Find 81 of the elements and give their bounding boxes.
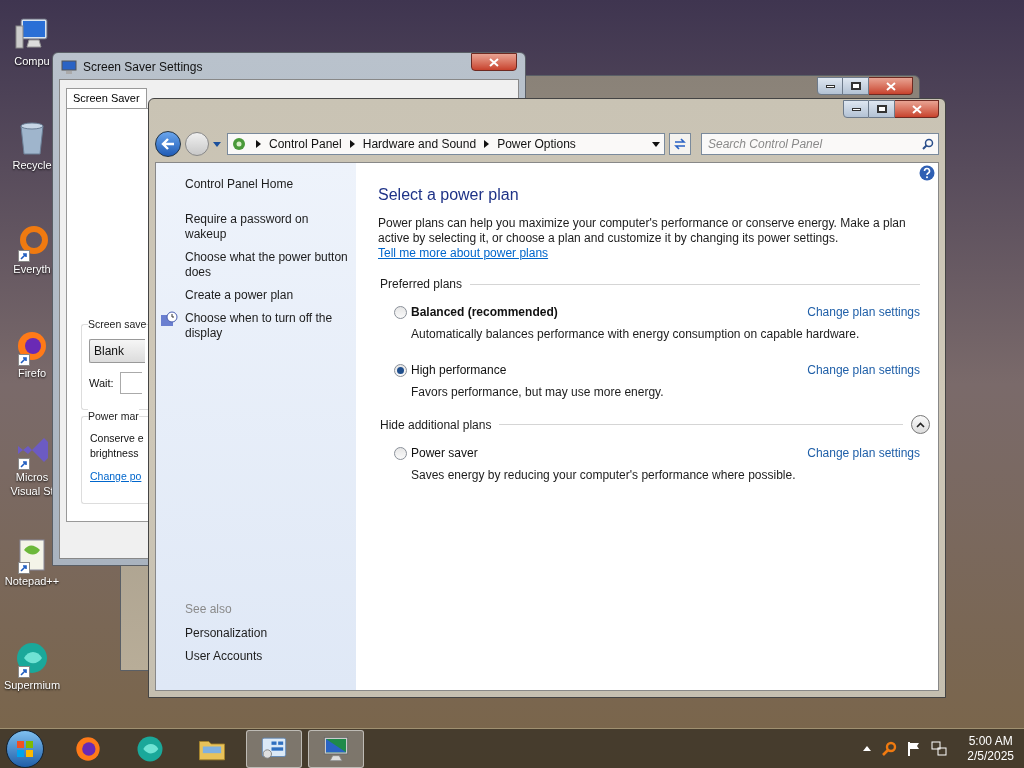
plan-name[interactable]: High performance	[411, 361, 507, 379]
search-icon[interactable]	[881, 740, 898, 757]
windows-logo-icon	[16, 739, 34, 758]
window-title: Screen Saver Settings	[83, 59, 203, 76]
plan-name[interactable]: Balanced (recommended)	[411, 303, 558, 321]
input-field[interactable]	[119, 372, 142, 394]
maximize-icon	[850, 82, 861, 90]
intro-paragraph: Power plans can help you maximize your computer's performance or conserve energy. Make a plan active by selecting it, or choose a plan and customize it by changing its power settings. Tell me more about power plans	[378, 216, 907, 261]
refresh-button[interactable]	[669, 133, 691, 155]
sidebar-link[interactable]: Choose what the power button does	[185, 250, 352, 280]
dropdown-arrow-icon	[652, 141, 660, 147]
sidebar-link[interactable]: Control Panel Home	[185, 177, 352, 192]
radio-button[interactable]	[394, 363, 407, 377]
radio-button[interactable]	[394, 446, 407, 460]
section-heading: See also	[185, 601, 233, 618]
maximize-button[interactable]	[843, 77, 869, 95]
description-text: Conserve e	[90, 431, 145, 446]
tab[interactable]: Screen Saver	[66, 88, 147, 108]
dropdown[interactable]: Blank	[89, 339, 145, 363]
group-heading: Hide additional plans	[380, 416, 492, 434]
desktop-icon-label[interactable]: Notepad++	[2, 574, 62, 588]
caret-up-icon	[863, 746, 872, 751]
breadcrumb-item[interactable]: Hardware and Sound	[362, 135, 477, 153]
change-settings-link[interactable]: Change plan settings	[807, 444, 920, 462]
chevron-right-icon	[256, 140, 261, 148]
collapse-button[interactable]	[911, 415, 930, 434]
close-button[interactable]	[869, 77, 913, 95]
back-arrow-icon	[161, 138, 175, 150]
clock-monitor-icon	[160, 311, 178, 327]
dropdown-arrow-icon	[213, 141, 221, 147]
plan-description: Saves energy by reducing your computer's performance where possible.	[410, 467, 797, 484]
page-heading: Select a power plan	[378, 185, 520, 205]
radio-button[interactable]	[394, 305, 407, 319]
close-icon	[489, 57, 499, 67]
desktop-icon-label[interactable]: Supermium	[2, 678, 62, 692]
search-field[interactable]: Search Control Panel	[701, 133, 939, 155]
minimize-button[interactable]	[843, 100, 869, 118]
flag-icon[interactable]	[907, 740, 922, 757]
group-heading: Preferred plans	[380, 276, 463, 293]
taskbar-button[interactable]	[246, 729, 302, 768]
search-icon	[922, 138, 934, 150]
field-label: Wait:	[89, 375, 114, 391]
minimize-icon	[825, 84, 835, 88]
sidebar-link[interactable]: Choose when to turn off the display	[185, 311, 352, 341]
sidebar-link[interactable]: Personalization	[185, 626, 352, 641]
close-button[interactable]	[895, 100, 939, 118]
plan-name[interactable]: Power saver	[411, 444, 478, 462]
start-button[interactable]	[6, 729, 44, 768]
chevron-right-icon	[484, 140, 490, 148]
search-input[interactable]: Search Control Panel	[708, 135, 922, 153]
change-settings-link[interactable]: Change plan settings	[807, 303, 920, 321]
description-text: brightness	[90, 446, 140, 461]
settings-link[interactable]: Change po	[90, 469, 142, 484]
network-icon[interactable]	[931, 740, 948, 757]
plan-description: Automatically balances performance with energy consumption on capable hardware.	[410, 326, 861, 343]
sidebar-link[interactable]: User Accounts	[185, 649, 352, 664]
sidebar-link[interactable]: Require a password on wakeup	[185, 212, 352, 242]
clock[interactable]: 5:00 AM 2/5/2025	[967, 733, 1014, 764]
control-panel-icon	[230, 136, 248, 152]
back-button[interactable]	[155, 131, 181, 157]
sidebar-link[interactable]: Create a power plan	[185, 288, 352, 303]
computer-icon	[14, 16, 50, 52]
chevron-up-icon	[916, 421, 925, 428]
close-button[interactable]	[471, 53, 517, 71]
monitor-icon	[61, 59, 77, 75]
plan-description: Favors performance, but may use more energy.	[410, 384, 665, 401]
maximize-button[interactable]	[869, 100, 895, 118]
chevron-right-icon	[349, 140, 355, 148]
minimize-button[interactable]	[817, 77, 843, 95]
blob-icon	[14, 640, 50, 676]
breadcrumb-item[interactable]: Power Options	[497, 135, 576, 153]
address-bar[interactable]: Control Panel Hardware and Sound Power Options	[227, 133, 665, 155]
minimize-icon	[851, 107, 861, 111]
taskbar-button[interactable]	[308, 729, 364, 768]
close-icon	[911, 104, 922, 114]
help-link[interactable]: Tell me more about power plans	[378, 246, 549, 260]
close-icon	[885, 81, 896, 91]
maximize-icon	[876, 105, 887, 113]
change-settings-link[interactable]: Change plan settings	[807, 361, 920, 379]
breadcrumb-item[interactable]: Control Panel	[269, 135, 342, 153]
refresh-icon	[673, 138, 687, 150]
